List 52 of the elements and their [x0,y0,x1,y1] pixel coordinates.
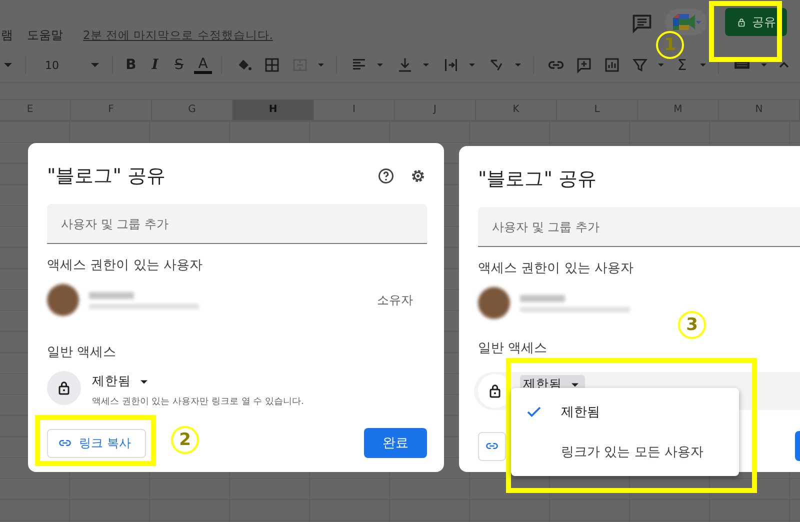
chart-icon[interactable] [603,56,621,74]
share-button[interactable]: 공유 [725,8,787,36]
column-header[interactable]: K [476,100,557,120]
section-heading: 일반 액세스 [478,340,548,357]
italic-button[interactable]: I [146,57,164,73]
settings-icon[interactable] [409,167,427,185]
menu-option[interactable]: 제한됨 [511,392,739,432]
step-number: 3 [678,311,706,339]
strikethrough-button[interactable]: S [170,57,188,73]
column-header[interactable]: E [0,100,71,120]
add-people-field[interactable]: 사용자 및 그룹 추가 [478,207,800,247]
access-description: 액세스 권한이 있는 사용자만 링크로 열 수 있습니다. [91,396,304,408]
lock-icon [47,371,81,405]
column-header[interactable]: J [395,100,476,120]
text-wrap-icon[interactable] [442,56,460,74]
functions-button[interactable]: Σ [673,56,691,74]
add-people-field[interactable]: 사용자 및 그룹 추가 [47,204,427,244]
column-header[interactable]: I [314,100,395,120]
dialog-title: "블로그" 공유 [47,164,166,189]
column-header[interactable]: L [557,100,638,120]
section-heading: 액세스 권한이 있는 사용자 [47,257,204,274]
vertical-align-icon[interactable] [396,56,414,74]
lock-icon [736,16,747,28]
column-header[interactable]: M [638,100,719,120]
section-heading: 액세스 권한이 있는 사용자 [478,260,634,277]
filter-icon[interactable] [631,56,649,74]
menu-item[interactable]: 도움말 [27,27,63,44]
access-dropdown[interactable]: 제한됨 [89,372,304,391]
step-number: 2 [171,426,199,454]
last-edit-link[interactable]: 2분 전에 마지막으로 수정했습니다. [83,28,273,43]
avatar [47,284,79,316]
menu-item[interactable]: 램 [1,27,13,44]
section-heading: 일반 액세스 [47,344,118,361]
video-call-button[interactable] [665,9,707,35]
column-header[interactable]: F [71,100,152,120]
comment-icon[interactable] [631,12,653,34]
help-icon[interactable] [377,167,395,185]
text-color-button[interactable]: A [194,56,212,74]
borders-icon[interactable] [263,56,281,74]
menu-option[interactable]: 링크가 있는 모든 사용자 [511,432,739,472]
column-header[interactable]: H [233,100,314,120]
done-button[interactable]: 완료 [364,428,427,458]
step-number: 1 [656,31,684,59]
copy-link-button[interactable] [478,432,506,460]
font-size-selector[interactable]: 10 [35,58,81,72]
add-comment-icon[interactable] [575,56,593,74]
column-header[interactable]: N [719,100,800,120]
copy-link-button[interactable]: 링크 복사 [47,428,146,458]
role-label: 소유자 [377,292,413,308]
avatar [478,287,510,319]
bold-button[interactable]: B [122,57,140,73]
dialog-title: "블로그" 공유 [478,167,597,192]
